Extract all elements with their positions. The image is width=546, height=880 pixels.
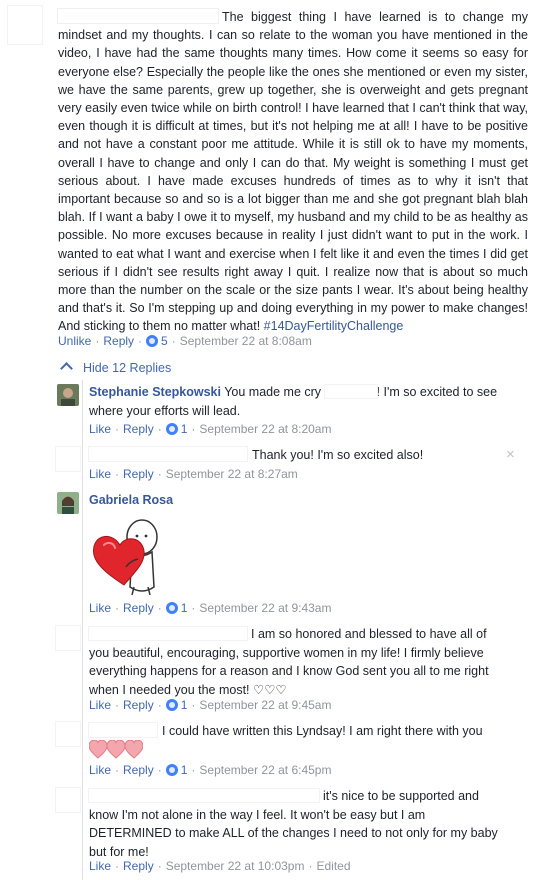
heart-hug-sticker (93, 519, 158, 596)
author-name-redacted[interactable] (89, 447, 247, 461)
separator-dot: · (157, 859, 162, 873)
comment-timestamp[interactable]: September 22 at 10:03pm (166, 859, 305, 873)
mention-redacted[interactable] (324, 385, 377, 398)
post-actions: Unlike · Reply · 5 · September 22 at 8:08am (58, 334, 312, 348)
comment-author[interactable]: Stephanie Stepkowski (89, 385, 221, 399)
like-reaction-icon[interactable] (146, 335, 159, 347)
separator-dot: · (171, 334, 176, 348)
like-button[interactable]: Like (89, 601, 111, 615)
reply-6-body: it's nice to be supported and know I'm n… (89, 787, 507, 861)
like-reaction-icon[interactable] (165, 602, 178, 614)
post-author-name-redacted[interactable] (58, 9, 218, 23)
reply-1-actions: Like · Reply · 1 · September 22 at 8:20am (89, 422, 331, 436)
separator-dot: · (115, 467, 120, 481)
like-button[interactable]: Like (89, 422, 111, 436)
separator-dot: · (157, 422, 162, 436)
avatar[interactable] (57, 492, 79, 514)
like-reaction-icon[interactable] (165, 764, 178, 776)
like-button[interactable]: Like (89, 467, 111, 481)
reply-5-actions: Like · Reply · 1 · September 22 at 6:45pm (89, 763, 331, 777)
reply-button[interactable]: Reply (123, 763, 154, 777)
reaction-count[interactable]: 1 (181, 422, 188, 436)
separator-dot: · (157, 763, 162, 777)
reply-button[interactable]: Reply (103, 334, 134, 348)
reply-button[interactable]: Reply (123, 698, 154, 712)
edited-label[interactable]: Edited (316, 859, 350, 873)
reply-3-author: Gabriela Rosa (89, 491, 173, 510)
reply-4-body: I am so honored and blessed to have all … (89, 625, 507, 699)
comment-text: I could have written this Lyndsay! I am … (162, 724, 483, 738)
comment-text: Thank you! I'm so excited also! (252, 448, 424, 462)
like-button[interactable]: Like (89, 698, 111, 712)
avatar-redacted[interactable] (56, 722, 80, 746)
separator-dot: · (157, 467, 162, 481)
reply-3-actions: Like · Reply · 1 · September 22 at 9:43am (89, 601, 331, 615)
avatar[interactable] (57, 384, 79, 406)
comment-author[interactable]: Gabriela Rosa (89, 493, 173, 507)
avatar-redacted[interactable] (56, 626, 80, 650)
separator-dot: · (191, 763, 196, 777)
separator-dot: · (95, 334, 100, 348)
reply-2-actions: Like · Reply · September 22 at 8:27am (89, 467, 298, 481)
post-body: The biggest thing I have learned is to c… (58, 8, 528, 336)
reply-4-actions: Like · Reply · 1 · September 22 at 9:45am (89, 698, 331, 712)
reply-thread-line (82, 380, 83, 880)
avatar-redacted[interactable] (56, 788, 80, 812)
author-name-redacted[interactable] (89, 723, 157, 737)
separator-dot: · (115, 763, 120, 777)
comment-timestamp[interactable]: September 22 at 8:27am (166, 467, 298, 481)
separator-dot: · (115, 859, 120, 873)
comment-timestamp[interactable]: September 22 at 8:20am (199, 422, 331, 436)
reply-button[interactable]: Reply (123, 467, 154, 481)
reply-button[interactable]: Reply (123, 601, 154, 615)
like-button[interactable]: Like (89, 763, 111, 777)
separator-dot: · (138, 334, 143, 348)
avatar-redacted[interactable] (56, 447, 80, 471)
separator-dot: · (191, 601, 196, 615)
separator-dot: · (115, 698, 120, 712)
post-timestamp[interactable]: September 22 at 8:08am (180, 334, 312, 348)
reaction-count[interactable]: 5 (161, 334, 168, 348)
hashtag-link[interactable]: #14DayFertilityChallenge (264, 319, 404, 333)
author-name-redacted[interactable] (89, 627, 247, 640)
comment-text: You made me cry (224, 385, 322, 399)
comment-timestamp[interactable]: September 22 at 9:43am (199, 601, 331, 615)
hide-replies-link[interactable]: Hide 12 Replies (60, 361, 172, 375)
reply-1-text: Stephanie Stepkowski You made me cry ! I… (89, 383, 509, 420)
chevron-up-icon (60, 362, 73, 375)
separator-dot: · (191, 698, 196, 712)
reaction-count[interactable]: 1 (181, 698, 188, 712)
like-button[interactable]: Like (89, 859, 111, 873)
reply-button[interactable]: Reply (123, 859, 154, 873)
hearts-emoji (89, 740, 143, 759)
unlike-button[interactable]: Unlike (58, 334, 91, 348)
comment-timestamp[interactable]: September 22 at 9:45am (199, 698, 331, 712)
reply-button[interactable]: Reply (123, 422, 154, 436)
separator-dot: · (191, 422, 196, 436)
separator-dot: · (308, 859, 313, 873)
separator-dot: · (157, 601, 162, 615)
separator-dot: · (115, 422, 120, 436)
comment-timestamp[interactable]: September 22 at 6:45pm (199, 763, 331, 777)
reaction-count[interactable]: 1 (181, 763, 188, 777)
separator-dot: · (157, 698, 162, 712)
author-name-redacted[interactable] (89, 789, 319, 802)
post-author-avatar-redacted (8, 6, 42, 44)
reply-6-actions: Like · Reply · September 22 at 10:03pm · Edite… (89, 859, 351, 873)
like-reaction-icon[interactable] (165, 423, 178, 435)
separator-dot: · (115, 601, 120, 615)
like-reaction-icon[interactable] (165, 699, 178, 711)
reaction-count[interactable]: 1 (181, 601, 188, 615)
hide-replies-label: Hide 12 Replies (83, 361, 172, 375)
post-text: The biggest thing I have learned is to c… (58, 10, 528, 334)
close-icon[interactable]: × (506, 446, 515, 463)
